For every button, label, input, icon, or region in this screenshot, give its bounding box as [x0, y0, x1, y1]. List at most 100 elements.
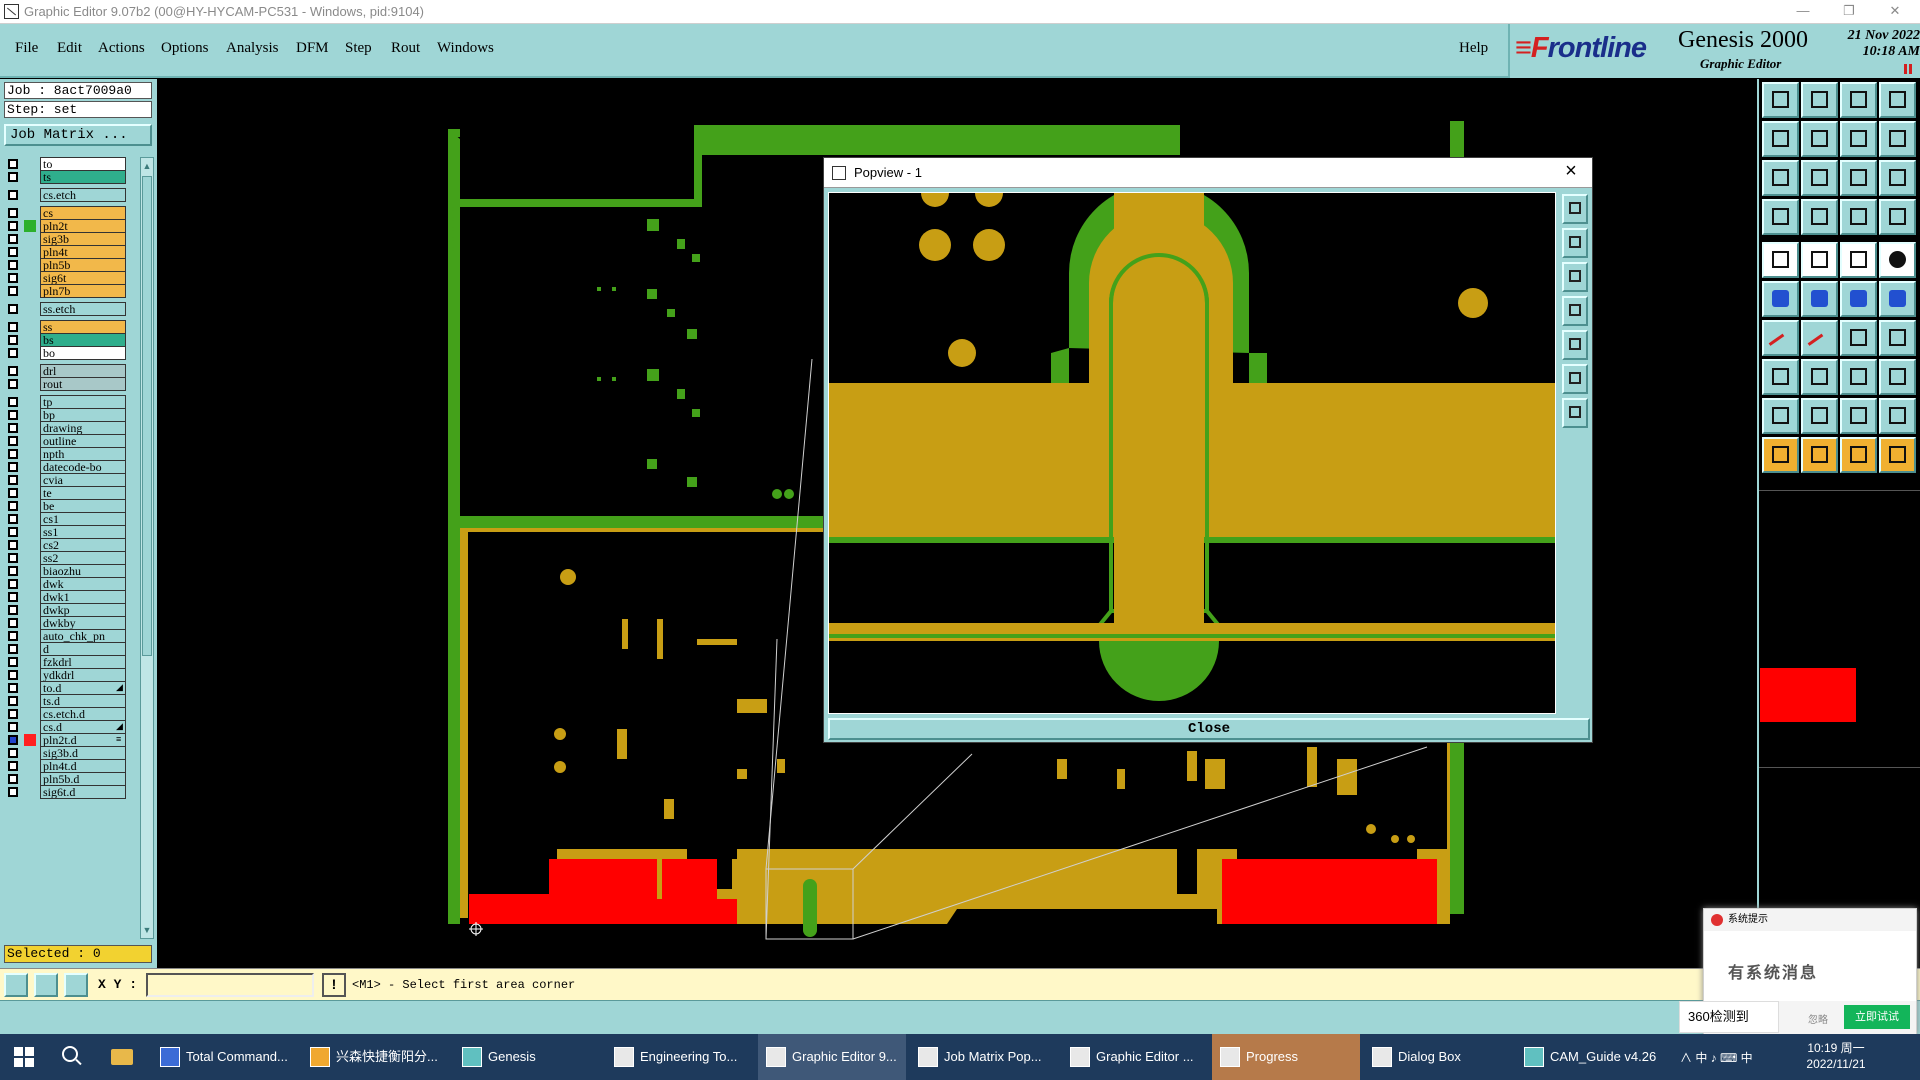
delete-blue-button[interactable] — [1801, 281, 1838, 317]
layer-checkbox[interactable] — [8, 475, 18, 485]
pan-view-button[interactable] — [1840, 121, 1877, 157]
layer-checkbox[interactable] — [8, 618, 18, 628]
layer-row[interactable]: pln5b.d — [4, 772, 136, 786]
layer-color-swatch[interactable] — [24, 617, 36, 629]
layer-name[interactable]: dwkp — [40, 603, 126, 617]
layer-name[interactable]: cs.etch.d — [40, 707, 126, 721]
zoom-prev-button[interactable] — [1762, 121, 1799, 157]
layer-row[interactable]: ydkdrl — [4, 668, 136, 682]
layer-color-swatch[interactable] — [24, 760, 36, 772]
layer-checkbox[interactable] — [8, 190, 18, 200]
layer-row[interactable]: auto_chk_pn — [4, 629, 136, 643]
layer-color-swatch[interactable] — [24, 539, 36, 551]
layer-name[interactable]: pln7b — [40, 284, 126, 298]
scroll-up-icon[interactable]: ▲ — [142, 159, 152, 173]
shape-tool-button[interactable] — [1879, 359, 1916, 395]
snap-red-button[interactable] — [1840, 199, 1877, 235]
layer-name[interactable]: bs — [40, 333, 126, 347]
taskbar-app[interactable]: Dialog Box — [1364, 1034, 1512, 1080]
layer-row[interactable]: pln5b — [4, 258, 136, 272]
layer-name[interactable]: sig3b — [40, 232, 126, 246]
layer-checkbox[interactable] — [8, 579, 18, 589]
layer-name[interactable]: npth — [40, 447, 126, 461]
layer-name[interactable]: ts.d — [40, 694, 126, 708]
layer-color-swatch[interactable] — [24, 303, 36, 315]
layer-color-swatch[interactable] — [24, 682, 36, 694]
layer-name[interactable]: ss.etch — [40, 302, 126, 316]
layer-checkbox[interactable] — [8, 527, 18, 537]
layer-checkbox[interactable] — [8, 221, 18, 231]
triangle-tool-button[interactable] — [1762, 398, 1799, 434]
connect-blue-button[interactable] — [1879, 281, 1916, 317]
zoom-fit-button[interactable] — [1762, 160, 1799, 196]
layer-row[interactable]: te — [4, 486, 136, 500]
graphic-canvas[interactable]: Popview - 1 × Close — [157, 79, 1757, 968]
layer-checkbox[interactable] — [8, 260, 18, 270]
menu-file[interactable]: File — [15, 40, 38, 57]
menu-help[interactable]: Help — [1459, 40, 1488, 57]
line-red-button[interactable] — [1762, 320, 1799, 358]
layer-checkbox[interactable] — [8, 348, 18, 358]
layer-color-swatch[interactable] — [24, 552, 36, 564]
trace-add-button[interactable] — [1801, 359, 1838, 395]
pointer-edit-button[interactable] — [1840, 437, 1877, 473]
layer-name[interactable]: to.d — [40, 681, 126, 695]
layer-row[interactable]: outline — [4, 434, 136, 448]
layer-color-swatch[interactable] — [24, 246, 36, 258]
pointer-orange-button[interactable] — [1801, 437, 1838, 473]
minimap-area[interactable] — [1759, 490, 1920, 768]
layer-name[interactable]: fzkdrl — [40, 655, 126, 669]
snap-mode-icon[interactable] — [4, 973, 28, 997]
layer-name[interactable]: drawing — [40, 421, 126, 435]
layer-row[interactable]: pln2t.d ≡ — [4, 733, 136, 747]
popview-pan-left-button[interactable] — [1562, 296, 1588, 326]
layer-checkbox[interactable] — [8, 774, 18, 784]
layer-row[interactable]: cs.etch.d — [4, 707, 136, 721]
feature-line-button[interactable] — [1801, 242, 1838, 278]
open-step-button[interactable] — [1762, 82, 1799, 118]
taskbar-app[interactable]: Genesis — [454, 1034, 602, 1080]
layer-row[interactable]: cs — [4, 206, 136, 220]
layer-row[interactable]: dwkby — [4, 616, 136, 630]
search-icon[interactable] — [62, 1046, 78, 1062]
layer-name[interactable]: ss2 — [40, 551, 126, 565]
layer-checkbox[interactable] — [8, 748, 18, 758]
notification-try-button[interactable]: 立即试试 — [1844, 1005, 1910, 1029]
layer-name[interactable]: biaozhu — [40, 564, 126, 578]
layer-checkbox[interactable] — [8, 540, 18, 550]
layer-color-swatch[interactable] — [24, 396, 36, 408]
layer-checkbox[interactable] — [8, 735, 18, 745]
layer-row[interactable]: pln7b — [4, 284, 136, 298]
minimap-board[interactable] — [1760, 668, 1856, 722]
layer-name[interactable]: bp — [40, 408, 126, 422]
taskbar-app[interactable]: CAM_Guide v4.26 — [1516, 1034, 1666, 1080]
popview-zoom-in-button[interactable] — [1562, 228, 1588, 258]
layer-row[interactable]: drawing — [4, 421, 136, 435]
layer-color-swatch[interactable] — [24, 259, 36, 271]
layer-color-swatch[interactable] — [24, 656, 36, 668]
layer-checkbox[interactable] — [8, 335, 18, 345]
popview-canvas[interactable] — [828, 192, 1556, 714]
layer-color-swatch[interactable] — [24, 526, 36, 538]
layer-row[interactable]: be — [4, 499, 136, 513]
zoom-next-button[interactable] — [1801, 121, 1838, 157]
layer-color-swatch[interactable] — [24, 233, 36, 245]
layer-checkbox[interactable] — [8, 366, 18, 376]
layer-name[interactable]: outline — [40, 434, 126, 448]
exclamation-button[interactable]: ! — [322, 973, 346, 997]
layer-checkbox[interactable] — [8, 159, 18, 169]
layer-color-swatch[interactable] — [24, 591, 36, 603]
layer-row[interactable]: ts — [4, 170, 136, 184]
layer-name[interactable]: pln4t.d — [40, 759, 126, 773]
layer-checkbox[interactable] — [8, 709, 18, 719]
layer-color-swatch[interactable] — [24, 747, 36, 759]
layer-color-swatch[interactable] — [24, 773, 36, 785]
snap-red-2-button[interactable] — [1879, 199, 1916, 235]
layer-row[interactable]: dwk — [4, 577, 136, 591]
layer-color-swatch[interactable] — [24, 207, 36, 219]
measure-mode-icon[interactable] — [34, 973, 58, 997]
flip-tool-button[interactable] — [1879, 320, 1916, 356]
taskbar-app[interactable]: Engineering To... — [606, 1034, 754, 1080]
tray-icons[interactable]: ∧ 中 ♪ ⌨ 中 — [1680, 1049, 1753, 1066]
split-view-button[interactable] — [1879, 121, 1916, 157]
